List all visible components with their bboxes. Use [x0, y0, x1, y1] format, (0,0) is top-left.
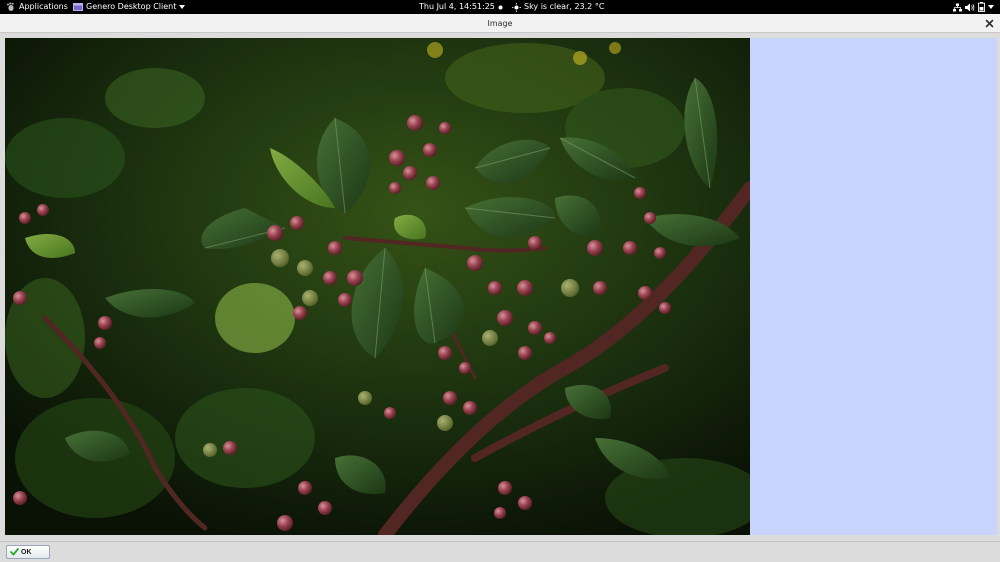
sun-icon	[512, 2, 521, 12]
applications-label: Applications	[19, 2, 68, 11]
battery-icon	[978, 2, 985, 12]
window-content	[0, 33, 1000, 541]
weather-label: Sky is clear, 23.2 °C	[524, 2, 605, 11]
close-icon[interactable]	[984, 18, 995, 29]
app-window-icon	[73, 3, 83, 11]
ok-button-label: OK	[21, 548, 32, 556]
clock[interactable]: Thu Jul 4, 14:51:25	[419, 0, 503, 14]
network-icon	[953, 3, 962, 11]
checkmark-icon	[10, 548, 19, 556]
app-menu[interactable]: Genero Desktop Client	[73, 0, 186, 14]
notification-dot-icon	[498, 5, 503, 9]
system-menu[interactable]	[953, 0, 994, 14]
weather-indicator[interactable]: Sky is clear, 23.2 °C	[512, 0, 604, 14]
volume-icon	[965, 3, 975, 11]
applications-menu[interactable]: Applications	[6, 0, 68, 14]
chevron-down-icon	[179, 5, 186, 9]
clock-label: Thu Jul 4, 14:51:25	[419, 2, 495, 11]
plant-photo	[5, 38, 750, 535]
system-top-bar: Applications Genero Desktop Client Thu J…	[0, 0, 1000, 14]
app-name-label: Genero Desktop Client	[86, 2, 177, 11]
gnome-foot-icon	[7, 2, 14, 11]
side-panel	[750, 38, 997, 535]
image-viewer	[5, 38, 750, 535]
window-title: Image	[487, 19, 513, 28]
window-title-bar[interactable]: Image	[0, 14, 1000, 33]
action-bar: OK	[0, 541, 1000, 562]
ok-button[interactable]: OK	[6, 545, 50, 559]
chevron-down-icon	[988, 5, 994, 9]
